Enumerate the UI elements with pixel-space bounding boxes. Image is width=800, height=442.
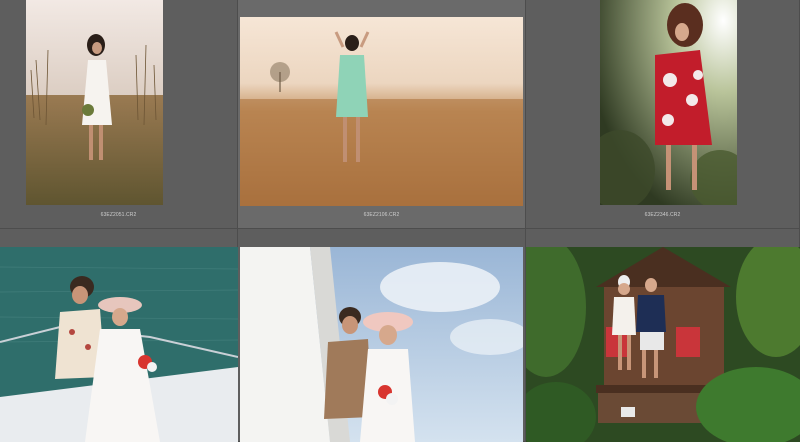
thumbnail-image-6[interactable]	[526, 247, 800, 442]
thumbnail-image-5[interactable]	[240, 247, 523, 442]
grid-cell-2[interactable]: 63EZ2106.CR2	[238, 0, 526, 229]
grid-cell-5[interactable]	[238, 229, 526, 442]
thumbnail-image-4[interactable]	[0, 247, 238, 442]
grid-cell-4[interactable]	[0, 229, 238, 442]
thumbnail-image-2[interactable]	[240, 17, 523, 206]
grid-cell-6[interactable]	[526, 229, 800, 442]
grid-cell-1[interactable]: 63EZ2051.CR2	[0, 0, 238, 229]
thumbnail-filename: 63EZ2106.CR2	[363, 212, 400, 218]
thumbnail-grid: 63EZ2051.CR2 63EZ2106.CR2 63EZ2346.CR2	[0, 0, 800, 442]
thumbnail-filename: 63EZ2051.CR2	[100, 212, 137, 218]
thumbnail-image-1[interactable]	[26, 0, 163, 205]
thumbnail-image-3[interactable]	[600, 0, 737, 205]
grid-cell-3[interactable]: 63EZ2346.CR2	[526, 0, 800, 229]
thumbnail-filename: 63EZ2346.CR2	[644, 212, 681, 218]
